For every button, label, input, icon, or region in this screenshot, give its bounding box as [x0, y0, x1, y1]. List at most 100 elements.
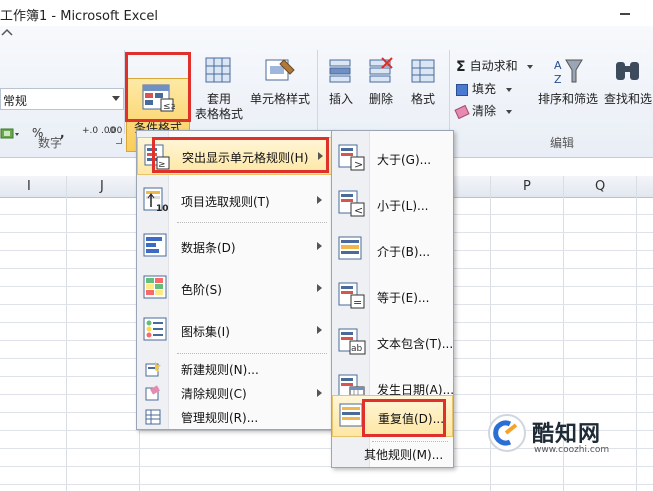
- chevron-right-icon: [317, 284, 322, 292]
- menu-item-label: 图标集(I): [181, 325, 230, 339]
- table-format-label-1: 套用: [206, 92, 231, 106]
- fill-down-icon: [456, 83, 468, 96]
- decrease-decimal-button[interactable]: .00 +.0: [108, 127, 141, 136]
- icon-sets-icon: [143, 317, 167, 341]
- submenu-item-label: 文本包含(T)...: [377, 337, 454, 351]
- submenu-item-label: 小于(L)...: [377, 199, 429, 213]
- format-label: 格式: [410, 92, 435, 106]
- minimize-icon[interactable]: [618, 3, 632, 17]
- menu-item-icon-sets[interactable]: 图标集(I): [137, 311, 333, 349]
- table-format-icon: [205, 57, 231, 83]
- column-header-j[interactable]: J: [100, 179, 104, 194]
- insert-cells-icon: [329, 59, 351, 83]
- binoculars-icon: [616, 62, 639, 80]
- chevron-right-icon: [317, 326, 322, 334]
- watermark: 酷知网 www.coozhi.com: [478, 408, 653, 460]
- submenu-item-equal-to[interactable]: = 等于(E)...: [332, 275, 453, 317]
- cell-style-button[interactable]: 单元格样式: [248, 56, 312, 107]
- highlight-box-conditional-format: [125, 52, 191, 122]
- format-cells-icon: [411, 59, 435, 83]
- chevron-right-icon: [317, 196, 322, 204]
- highlight-box-highlight-rules: [152, 137, 329, 173]
- number-format-value: 常规: [3, 94, 28, 108]
- menu-item-label: 清除规则(C): [181, 387, 247, 401]
- dialog-launcher-icon[interactable]: [116, 138, 122, 144]
- autosum-button[interactable]: Σ 自动求和: [456, 57, 534, 75]
- chevron-down-icon: [527, 64, 534, 69]
- svg-text:=: =: [353, 296, 362, 309]
- color-scales-icon: [143, 275, 167, 299]
- number-format-select[interactable]: 常规: [0, 88, 124, 110]
- column-header-p[interactable]: P: [523, 179, 531, 194]
- title-bar: 工作簿1 - Microsoft Excel: [0, 0, 653, 26]
- increase-decimal-button[interactable]: +.0 .00: [82, 127, 115, 136]
- format-button[interactable]: 格式: [402, 56, 444, 107]
- grid-line: [0, 484, 653, 485]
- menu-item-new-rule[interactable]: 新建规则(N)...: [137, 358, 333, 380]
- sort-filter-button[interactable]: A Z 排序和筛选: [538, 56, 598, 107]
- svg-text:Z: Z: [554, 73, 562, 86]
- sigma-icon: Σ: [456, 58, 466, 75]
- menu-item-label: 色阶(S): [181, 283, 222, 297]
- menu-separator: [177, 222, 327, 223]
- submenu-item-between[interactable]: 介于(B)...: [332, 229, 453, 271]
- greater-than-icon: >: [338, 144, 365, 171]
- menu-item-clear-rules[interactable]: 清除规则(C): [137, 382, 333, 404]
- column-header-i[interactable]: I: [27, 179, 31, 194]
- menu-item-manage-rules[interactable]: 管理规则(R)...: [137, 406, 333, 428]
- eraser-icon: [454, 104, 470, 119]
- clear-button[interactable]: 清除: [454, 102, 512, 119]
- cell-style-label: 单元格样式: [249, 92, 310, 106]
- svg-text:<: <: [354, 204, 363, 217]
- delete-button[interactable]: 删除: [362, 56, 400, 107]
- between-icon: [338, 236, 362, 260]
- sort-filter-label: 排序和筛选: [538, 92, 599, 106]
- group-label-edit: 编辑: [550, 136, 575, 150]
- window-title: 工作簿1 - Microsoft Excel: [0, 9, 158, 24]
- clear-label: 清除: [472, 104, 497, 118]
- ribbon-collapse-icon[interactable]: [0, 26, 14, 40]
- insert-button[interactable]: 插入: [322, 56, 360, 107]
- menu-item-label: 新建规则(N)...: [181, 363, 259, 377]
- submenu-item-greater-than[interactable]: > 大于(G)...: [332, 137, 453, 179]
- text-contains-icon: ab: [338, 328, 366, 355]
- highlight-box-duplicate-values: [362, 399, 446, 437]
- chevron-down-icon: [112, 96, 120, 101]
- table-format-label-2: 表格格式: [194, 107, 243, 121]
- table-format-button[interactable]: 套用 表格格式: [190, 56, 248, 122]
- chevron-right-icon: [317, 242, 322, 250]
- submenu-item-less-than[interactable]: < 小于(L)...: [332, 183, 453, 225]
- chevron-down-icon: [505, 109, 512, 114]
- submenu-item-text-contains[interactable]: ab 文本包含(T)...: [332, 321, 453, 363]
- watermark-logo-icon: [488, 414, 526, 452]
- menu-item-label: 数据条(D): [181, 241, 236, 255]
- menu-item-data-bars[interactable]: 数据条(D): [137, 227, 333, 265]
- find-select-button[interactable]: 查找和选: [600, 56, 653, 107]
- grid-line: [0, 466, 653, 467]
- svg-text:>: >: [354, 158, 363, 171]
- manage-rules-icon: [145, 409, 161, 425]
- fill-label: 填充: [472, 82, 497, 96]
- menu-item-color-scales[interactable]: 色阶(S): [137, 269, 333, 307]
- submenu-item-label: 其他规则(M)...: [364, 448, 444, 462]
- cell-style-icon: [265, 59, 295, 81]
- submenu-item-more-rules[interactable]: 其他规则(M)...: [332, 443, 453, 465]
- menu-item-label: 管理规则(R)...: [181, 411, 259, 425]
- clear-rules-icon: [145, 385, 160, 401]
- currency-icon[interactable]: [0, 126, 22, 145]
- submenu-item-label: 等于(E)...: [377, 291, 430, 305]
- chevron-down-icon: [505, 87, 512, 92]
- top-bottom-rules-icon: 10: [143, 187, 169, 213]
- menu-item-top-bottom-rules[interactable]: 10 项目选取规则(T): [137, 181, 333, 219]
- column-header-q[interactable]: Q: [595, 179, 605, 194]
- separator: [317, 50, 318, 134]
- data-bars-icon: [143, 233, 167, 257]
- autosum-label: 自动求和: [469, 59, 518, 73]
- highlight-rules-submenu: > 大于(G)... < 小于(L)... 介于(B)... = 等于(E)..…: [331, 130, 454, 468]
- svg-text:A: A: [554, 59, 562, 72]
- fill-button[interactable]: 填充: [456, 80, 512, 97]
- separator: [449, 50, 450, 134]
- conditional-format-menu: ≥ 突出显示单元格规则(H) 10 项目选取规则(T) 数据条(D) 色阶(S)…: [136, 130, 334, 430]
- menu-item-label: 项目选取规则(T): [181, 195, 270, 209]
- new-rule-icon: [145, 361, 161, 377]
